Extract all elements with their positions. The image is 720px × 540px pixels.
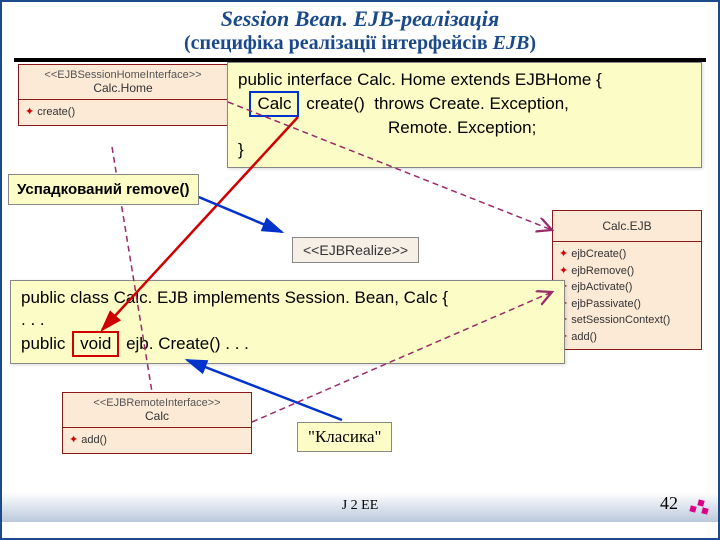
footer-j2ee: J 2 EE <box>342 498 379 514</box>
stereo-ejb-realize: <<EJBRealize>> <box>292 237 419 263</box>
slide-title: Session Bean. EJB-реалізація <box>2 2 718 32</box>
subtitle-prefix: (специфіка реалізації інтерфейсів <box>184 32 493 54</box>
uml-calc-stereo: <<EJBRemoteInterface>> <box>69 397 245 409</box>
uml-calc-home-stereo: <<EJBSessionHomeInterface>> <box>25 69 221 81</box>
code-line: Calc create() throws Create. Exception, <box>238 91 691 117</box>
code-text: create() <box>306 94 365 113</box>
label-classic: "Класика" <box>297 422 392 452</box>
footer-page-number: 42 <box>660 493 678 514</box>
uml-calc-home-name: Calc.Home <box>25 81 221 95</box>
subtitle-ejb: EJB <box>493 32 530 54</box>
uml-method: create() <box>25 104 221 121</box>
uml-method: ejbActivate() <box>559 279 695 296</box>
slide-subtitle: (специфіка реалізації інтерфейсів EJB) <box>2 32 718 54</box>
code-line: } <box>238 139 691 161</box>
code-box-home-interface: public interface Calc. Home extends EJBH… <box>227 62 702 168</box>
code-line: public class Calc. EJB implements Sessio… <box>21 287 554 309</box>
uml-method: ejbCreate() <box>559 246 695 263</box>
boxed-type-void: void <box>72 331 119 357</box>
uml-method: add() <box>69 432 245 449</box>
uml-calc-name: Calc <box>69 409 245 423</box>
uml-method: setSessionContext() <box>559 312 695 329</box>
code-box-ejb-class: public class Calc. EJB implements Sessio… <box>10 280 565 364</box>
uml-method: ejbRemove() <box>559 263 695 280</box>
code-line: public interface Calc. Home extends EJBH… <box>238 69 691 91</box>
uml-calc-ejb-name: Calc.EJB <box>559 219 695 233</box>
corner-decoration <box>688 492 712 516</box>
code-text: public <box>21 334 65 353</box>
uml-calc-ejb: Calc.EJB ejbCreate() ejbRemove() ejbActi… <box>552 210 702 350</box>
subtitle-suffix: ) <box>529 32 536 54</box>
code-line: Remote. Exception; <box>238 117 691 139</box>
uml-calc: <<EJBRemoteInterface>> Calc add() <box>62 392 252 454</box>
code-line: . . . <box>21 309 554 331</box>
label-inherited-remove: Успадкований remove() <box>8 174 199 205</box>
code-line: public void ejb. Create() . . . <box>21 331 554 357</box>
uml-method: add() <box>559 329 695 346</box>
boxed-type-calc: Calc <box>249 91 299 117</box>
diagram-area: <<EJBSessionHomeInterface>> Calc.Home cr… <box>2 62 718 522</box>
code-text: ejb. Create() . . . <box>126 334 249 353</box>
code-text: throws Create. Exception, <box>374 94 569 113</box>
uml-method: ejbPassivate() <box>559 296 695 313</box>
uml-calc-home: <<EJBSessionHomeInterface>> Calc.Home cr… <box>18 64 228 126</box>
